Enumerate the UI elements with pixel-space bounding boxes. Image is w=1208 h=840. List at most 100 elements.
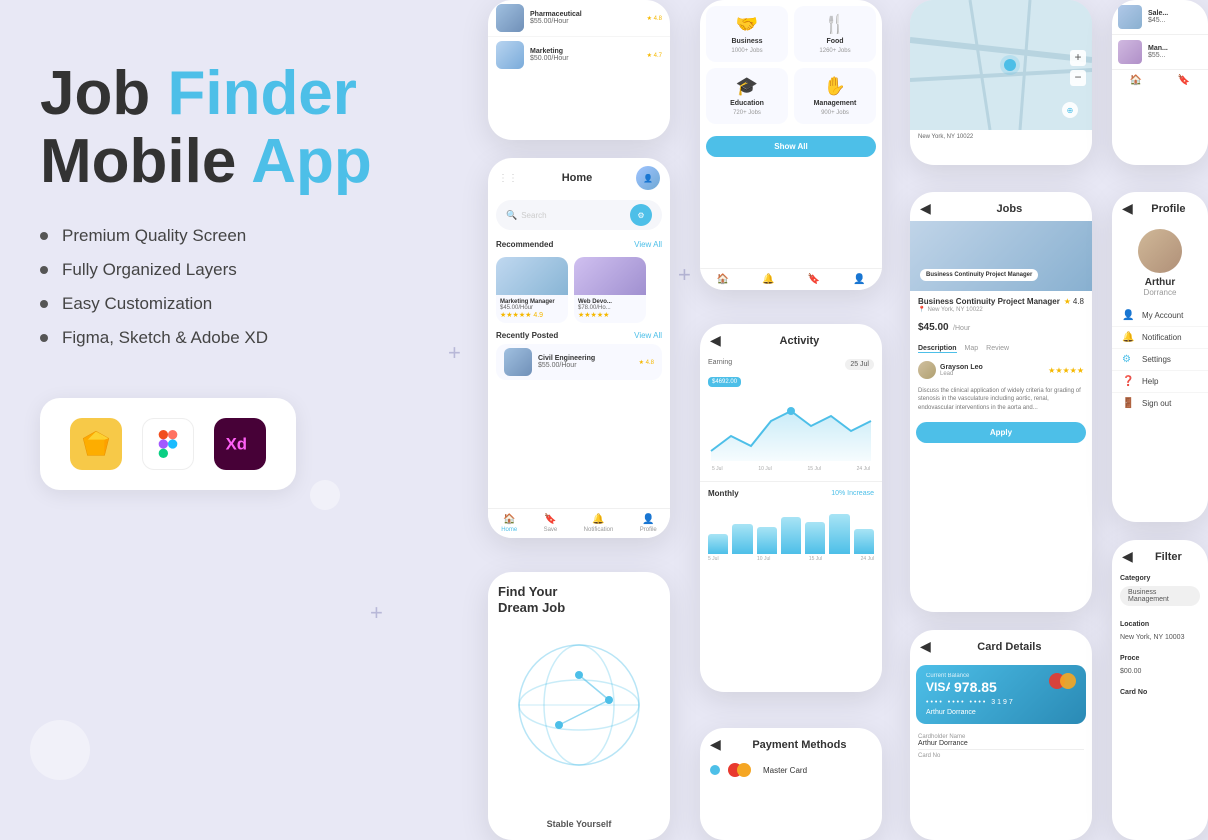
cat-nav-notification[interactable]: 🔔 [762,274,774,285]
tab-review[interactable]: Review [986,345,1009,353]
settings-icon: ⚙ [1122,354,1136,365]
sketch-logo [70,418,122,470]
cat-management-count: 900+ Jobs [821,110,849,116]
x-axis-4: 24 Jul [857,466,870,472]
bar-4 [781,517,801,555]
cat-nav-save[interactable]: 🔖 [808,274,820,285]
job-item-2: Marketing $50.00/Hour ★ 4.7 [488,36,670,73]
sale-info-1: Sale... $45... [1148,10,1202,24]
profile-name: Arthur [1145,277,1176,288]
recent-job-price: $55.00/Hour [538,362,633,369]
activity-back-arrow[interactable]: ◀ [710,332,721,349]
payment-radio[interactable] [710,765,720,775]
sale-price-2: $55... [1148,52,1202,59]
sale-title-1: Sale... [1148,10,1202,17]
menu-signout[interactable]: 🚪 Sign out [1112,393,1208,414]
dream-title: Find Your Dream Job [498,584,660,615]
filter-back-arrow[interactable]: ◀ [1122,548,1133,565]
recent-job-item[interactable]: Civil Engineering $55.00/Hour ★ 4.8 [496,344,662,380]
recommended-header: Recommended View All [488,236,670,253]
screen-card-details: ◀ Card Details Current Balance VISA 978.… [910,630,1092,840]
bar-x-3: 15 Jul [809,556,822,562]
filter-price-value: $00.00 [1120,666,1200,677]
cat-food-name: Food [826,38,843,45]
filter-cardno-label: Card No [1120,689,1200,696]
nav-home[interactable]: 🏠 Home [501,514,517,533]
search-bar[interactable]: 🔍 Search ⚙ [496,200,662,230]
payment-back-arrow[interactable]: ◀ [710,736,721,753]
recent-job-title: Civil Engineering [538,355,633,362]
feature-dot-4 [40,334,48,342]
feature-dot-3 [40,300,48,308]
tab-map[interactable]: Map [965,345,979,353]
cat-food-count: 1260+ Jobs [819,48,850,54]
reviewer-info: Grayson Leo Lead ★★★★★ [910,357,1092,383]
cat-food[interactable]: 🍴 Food 1260+ Jobs [794,6,876,62]
menu-settings[interactable]: ⚙ Settings [1112,349,1208,371]
menu-help[interactable]: ❓ Help [1112,371,1208,393]
filter-category-section: Category Business Management [1112,569,1208,615]
screen-filter: ◀ Filter Category Business Management Lo… [1112,540,1208,840]
search-button[interactable]: ⚙ [630,204,652,226]
home-avatar[interactable]: 👤 [636,166,660,190]
cat-education-count: 720+ Jobs [733,110,761,116]
chart-divider [700,481,882,482]
nav-profile[interactable]: 👤 Profile [640,514,657,533]
balance-label: Current Balance [926,673,997,679]
reviewer-avatar [918,361,936,379]
home-bottom-nav: 🏠 Home 🔖 Save 🔔 Notification 👤 Profile [488,508,670,538]
job-detail-image: Business Continuity Project Manager [910,221,1092,291]
monthly-label: Monthly [708,489,739,498]
profile-back-arrow[interactable]: ◀ [1122,200,1133,217]
show-all-button[interactable]: Show All [706,136,876,157]
figma-logo [142,418,194,470]
bar-x-2: 10 Jul [757,556,770,562]
visa-logo: VISA [926,679,950,695]
job-rating-2: ★ 4.7 [647,52,662,59]
partial-nav: 🏠 🔖 [1112,69,1208,91]
sale-item-1: Sale... $45... [1112,0,1208,34]
filter-category-value[interactable]: Business Management [1120,586,1200,606]
recent-job-info: Civil Engineering $55.00/Hour [538,355,633,369]
nav-notification[interactable]: 🔔 Notification [584,514,614,533]
job-price-text: $45.00 [918,322,949,333]
job-detail-back[interactable]: ◀ [920,200,931,217]
menu-settings-label: Settings [1142,355,1171,364]
menu-notification[interactable]: 🔔 Notification [1112,327,1208,349]
reviewer-stars: ★★★★★ [1048,366,1084,375]
cat-business[interactable]: 🤝 Business 1000+ Jobs [706,6,788,62]
job-rating-value: 4.8 [1073,297,1084,306]
menu-account[interactable]: 👤 My Account [1112,305,1208,327]
plus-decoration-3: + [678,262,691,288]
title-app: App [251,127,372,196]
apply-button[interactable]: Apply [916,422,1086,443]
job-price-unit: /Hour [953,325,970,332]
bar-x-1: 5 Jul [708,556,719,562]
cat-nav-profile[interactable]: 👤 [853,274,865,285]
nav-save[interactable]: 🔖 Save [544,514,558,533]
cat-management[interactable]: ✋ Management 900+ Jobs [794,68,876,124]
recently-view-all[interactable]: View All [634,331,662,340]
feature-text-4: Figma, Sketch & Adobe XD [62,328,268,348]
bar-2 [732,524,752,554]
payment-mastercard[interactable]: Master Card [700,757,882,783]
tab-description[interactable]: Description [918,345,957,353]
feature-text-1: Premium Quality Screen [62,226,246,246]
screen-activity: ◀ Activity Earning 25 Jul $4692.00 5 Jul… [700,324,882,692]
reviewer-name: Grayson Leo [940,364,983,371]
job-price-1: $55.00/Hour [530,18,641,25]
cardholder-value: Arthur Dorrance [918,740,1084,750]
job-location: 📍 New York, NY 10022 [918,306,1060,313]
cat-nav-home[interactable]: 🏠 [717,274,729,285]
rec-card-2[interactable]: Web Devo... $78.00/Ho... ★★★★★ [574,257,646,323]
business-icon: 🤝 [736,14,758,35]
screen-job-listing: Pharmaceutical $55.00/Hour ★ 4.8 Marketi… [488,0,670,140]
rec-card-1[interactable]: Marketing Manager $45.00/Hour ★★★★★ 4.9 [496,257,568,323]
reviewer-details: Grayson Leo Lead [940,364,983,377]
card-holder-name: Arthur Dorrance [926,709,1076,716]
card-back-arrow[interactable]: ◀ [920,638,931,655]
category-grid: 🤝 Business 1000+ Jobs 🍴 Food 1260+ Jobs … [700,0,882,130]
title-job: Job [40,59,150,128]
cat-education[interactable]: 🎓 Education 720+ Jobs [706,68,788,124]
view-all-link[interactable]: View All [634,240,662,249]
